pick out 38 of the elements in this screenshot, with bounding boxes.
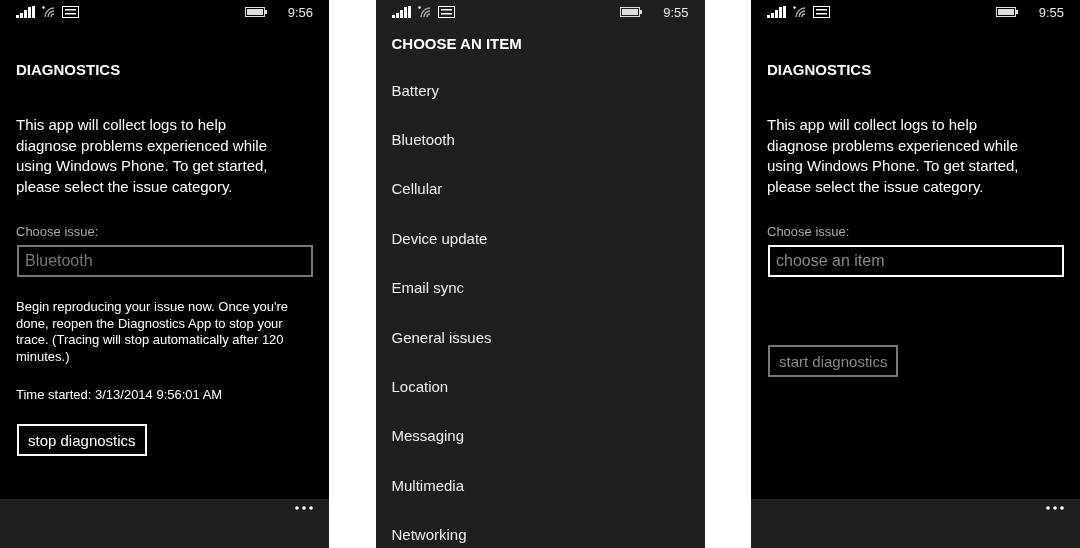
signal-icon	[16, 6, 36, 18]
battery-icon	[620, 7, 644, 17]
status-time: 9:55	[1038, 4, 1064, 20]
list-item[interactable]: Multimedia	[375, 461, 705, 511]
list-item[interactable]: General issues	[375, 312, 705, 363]
status-time: 9:56	[287, 4, 313, 20]
list-item[interactable]: Cellular	[375, 164, 705, 215]
list-item[interactable]: Device update	[375, 214, 705, 264]
message-icon	[62, 6, 79, 18]
wifi-icon	[42, 6, 56, 18]
intro-text: This app will collect logs to help diagnose problems experienced while using Windows Phone. To get started, please select the issue category.	[767, 115, 1020, 197]
list-item[interactable]: Networking	[375, 510, 705, 548]
signal-icon	[767, 6, 787, 18]
more-icon[interactable]	[1046, 506, 1064, 510]
more-icon[interactable]	[295, 506, 313, 510]
signal-icon	[391, 6, 412, 18]
list-item[interactable]: Bluetooth	[375, 115, 705, 165]
page-title: DIAGNOSTICS	[767, 61, 873, 78]
diagnostics-button[interactable]: stop diagnostics	[17, 424, 147, 456]
page-title: DIAGNOSTICS	[16, 61, 122, 78]
list-item[interactable]: Location	[375, 362, 705, 412]
list-item[interactable]: Messaging	[375, 411, 705, 462]
time-started: Time started: 3/13/2014 9:56:01 AM	[16, 387, 224, 402]
battery-icon	[244, 7, 268, 17]
issue-field[interactable]: choose an item	[768, 245, 1064, 277]
message-icon	[813, 6, 830, 18]
intro-text: This app will collect logs to help diagnose problems experienced while using Windows Phone. To get started, please select the issue category.	[16, 115, 269, 197]
page-title: CHOOSE AN ITEM	[391, 35, 523, 52]
status-time: 9:55	[663, 4, 689, 20]
battery-icon	[995, 7, 1019, 17]
list-item[interactable]: Battery	[375, 66, 705, 116]
wifi-icon	[793, 6, 807, 18]
message-icon	[437, 6, 455, 18]
field-label: Choose issue:	[767, 224, 851, 239]
wifi-icon	[417, 6, 432, 18]
field-label: Choose issue:	[16, 224, 100, 239]
list-item[interactable]: Email sync	[375, 263, 705, 313]
instruction-text: Begin reproducing your issue now. Once you're done, reopen the Diagnostics App to stop your trace. (Tracing will stop automatically after 120 minutes.)	[16, 299, 290, 365]
